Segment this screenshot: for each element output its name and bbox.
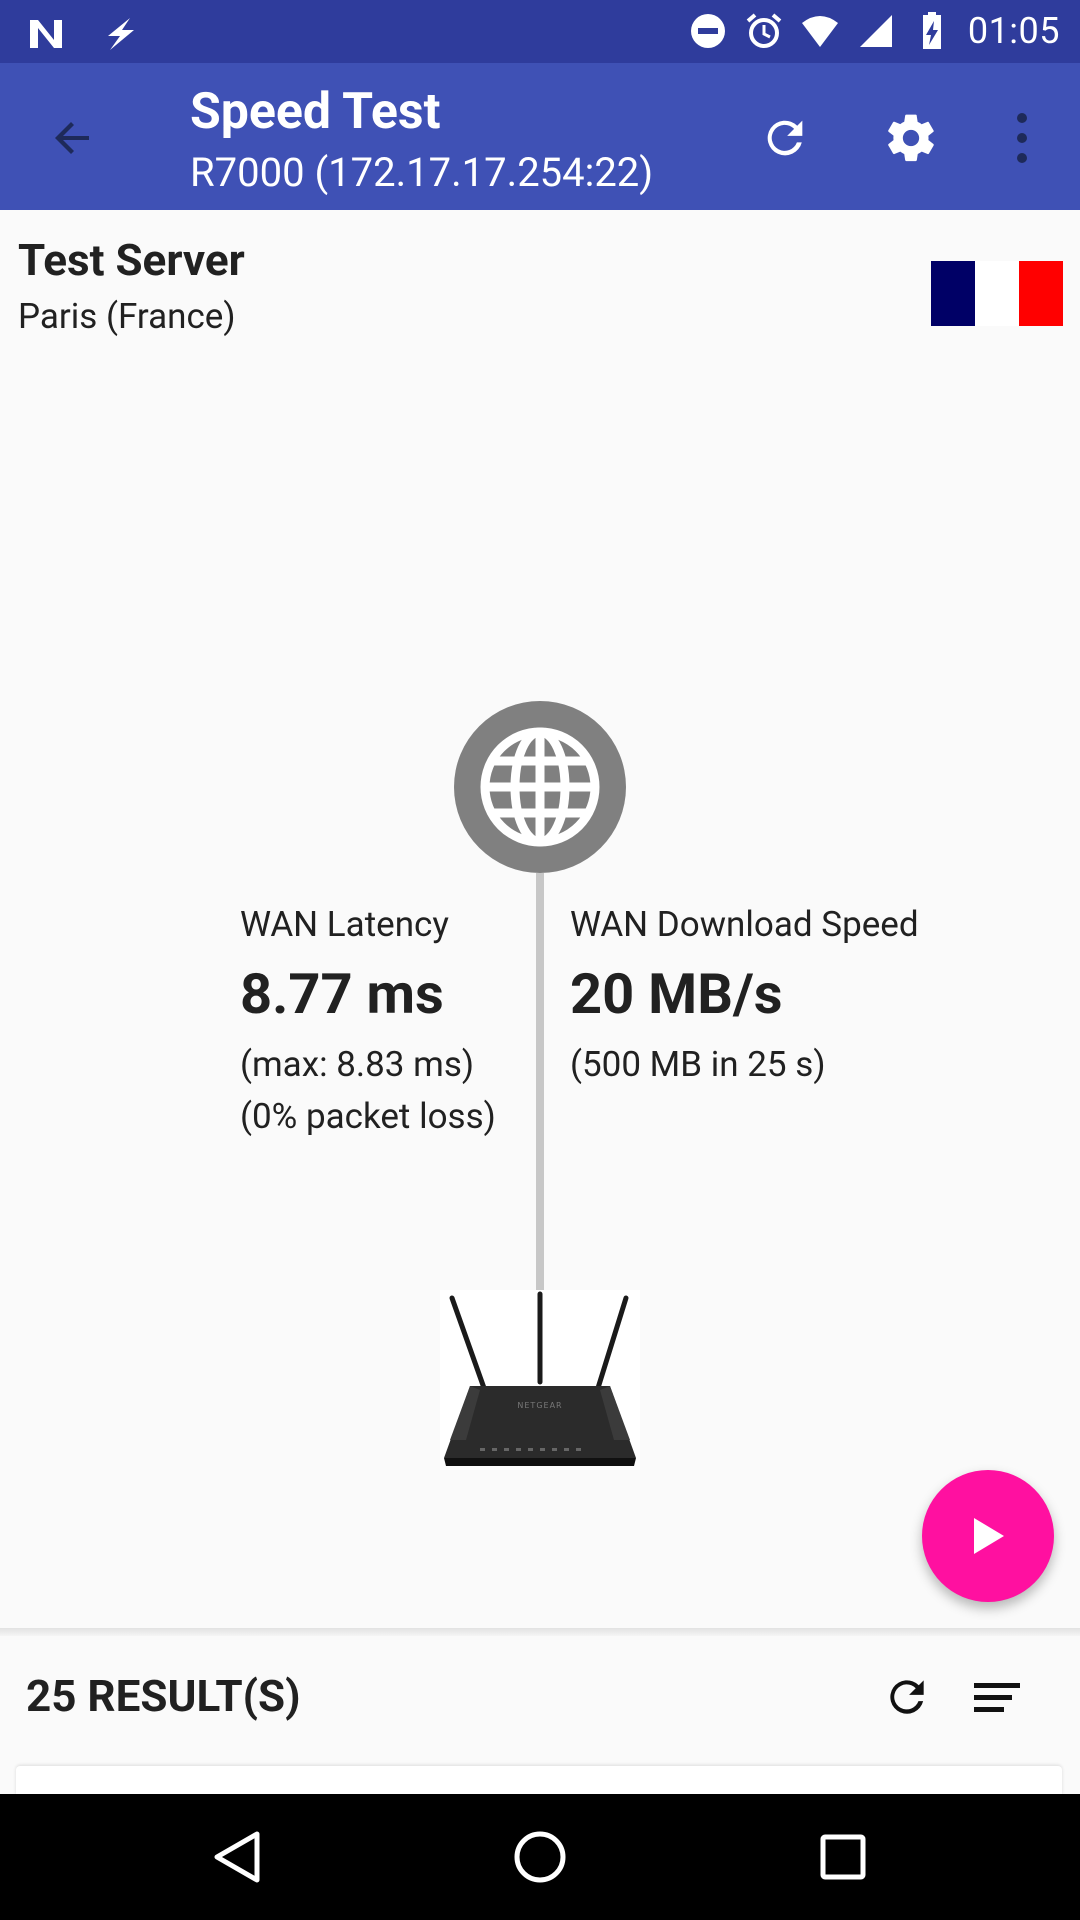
refresh-button[interactable]	[750, 103, 820, 173]
globe-icon	[454, 701, 626, 873]
triangle-back-icon	[214, 1831, 260, 1883]
latency-packet-loss: (0% packet loss)	[240, 1096, 496, 1137]
results-count: 25 RESULT(S)	[26, 1670, 301, 1722]
signal-icon	[859, 15, 892, 47]
start-test-button[interactable]	[922, 1470, 1054, 1602]
router-brand: NETGEAR	[517, 1401, 562, 1410]
dnd-icon	[690, 14, 725, 48]
more-vert-icon	[1017, 113, 1027, 163]
app-bar: Speed Test R7000 (172.17.17.254:22)	[0, 63, 1080, 210]
flash-icon	[108, 18, 134, 50]
connection-line	[536, 873, 544, 1293]
wifi-icon	[801, 16, 838, 47]
square-recents-icon	[820, 1834, 866, 1880]
results-header: 25 RESULT(S)	[0, 1636, 1080, 1766]
wan-latency-block: WAN Latency 8.77 ms (max: 8.83 ms) (0% p…	[240, 904, 496, 1143]
refresh-icon	[890, 1680, 924, 1714]
clock: 01:05	[967, 10, 1060, 52]
play-icon	[974, 1518, 1004, 1554]
navigation-bar	[0, 1794, 1080, 1920]
results-divider	[0, 1628, 1080, 1636]
download-label: WAN Download Speed	[570, 904, 919, 945]
nav-back-button[interactable]	[202, 1822, 272, 1892]
arrow-back-icon	[55, 122, 89, 154]
back-button[interactable]	[38, 103, 108, 173]
france-flag-icon	[931, 261, 1063, 326]
latency-value: 8.77 ms	[240, 961, 444, 1027]
refresh-icon	[767, 120, 803, 156]
server-location: Paris (France)	[18, 296, 236, 337]
sort-button[interactable]	[962, 1662, 1032, 1732]
n-notification-icon	[30, 20, 62, 48]
circle-home-icon	[514, 1831, 566, 1883]
settings-button[interactable]	[876, 103, 946, 173]
download-value: 20 MB/s	[570, 961, 783, 1027]
result-card[interactable]	[16, 1766, 1062, 1796]
server-title: Test Server	[18, 234, 245, 286]
battery-charging-icon	[922, 12, 941, 49]
page-subtitle: R7000 (172.17.17.254:22)	[190, 149, 654, 196]
alarm-icon	[746, 13, 782, 48]
gear-icon	[888, 114, 934, 162]
download-detail: (500 MB in 25 s)	[570, 1044, 826, 1085]
status-bar: 01:05	[0, 0, 1080, 63]
sort-icon	[974, 1683, 1020, 1712]
nav-home-button[interactable]	[505, 1822, 575, 1892]
wan-download-block: WAN Download Speed 20 MB/s (500 MB in 25…	[570, 904, 919, 1091]
nav-recents-button[interactable]	[808, 1822, 878, 1892]
router-image: NETGEAR	[440, 1290, 640, 1470]
page-title: Speed Test	[190, 83, 441, 141]
latency-label: WAN Latency	[240, 904, 449, 945]
results-refresh-button[interactable]	[872, 1662, 942, 1732]
overflow-menu-button[interactable]	[987, 103, 1057, 173]
latency-max: (max: 8.83 ms)	[240, 1044, 475, 1085]
